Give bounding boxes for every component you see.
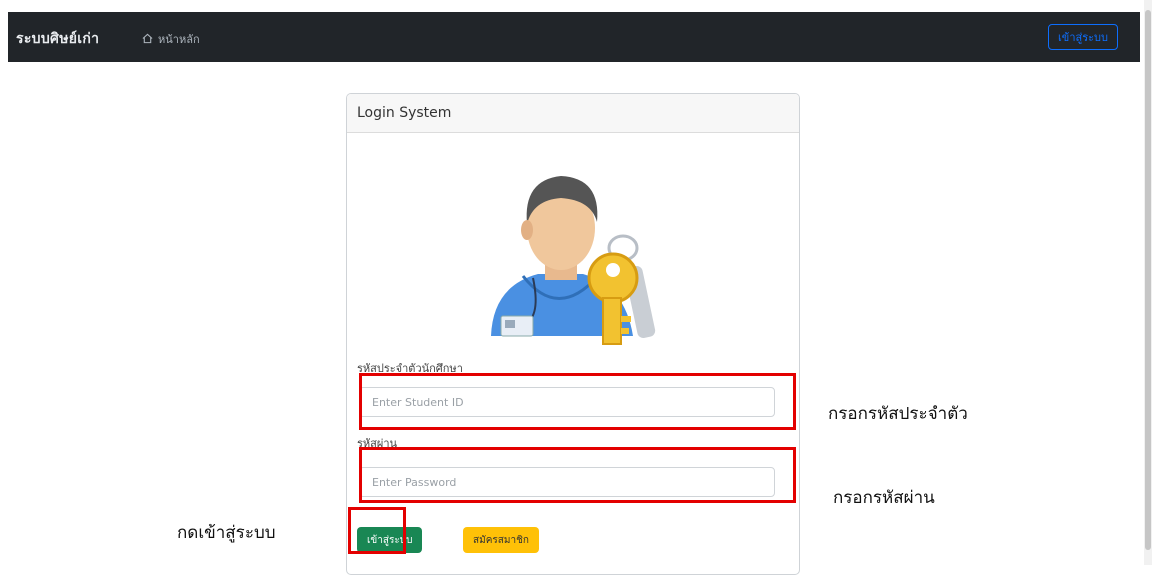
card-title: Login System	[347, 94, 799, 133]
top-navbar: ระบบศิษย์เก่า หน้าหลัก เข้าสู่ระบบ	[8, 12, 1140, 62]
nav-login-button[interactable]: เข้าสู่ระบบ	[1048, 24, 1118, 50]
student-id-annotation: กรอกรหัสประจำตัว	[828, 404, 968, 424]
page-scrollbar[interactable]	[1144, 0, 1152, 565]
password-annotation: กรอกรหัสผ่าน	[833, 488, 935, 508]
login-highlight	[348, 507, 406, 554]
user-key-illustration	[491, 176, 656, 345]
nav-home-link[interactable]: หน้าหลัก	[142, 30, 200, 48]
brand-title[interactable]: ระบบศิษย์เก่า	[16, 28, 99, 50]
password-highlight	[359, 447, 796, 503]
scrollbar-thumb[interactable]	[1145, 10, 1151, 550]
login-annotation: กดเข้าสู่ระบบ	[177, 523, 276, 543]
student-id-highlight	[359, 373, 796, 430]
home-icon	[142, 33, 153, 44]
nav-home-label: หน้าหลัก	[158, 33, 200, 46]
register-button[interactable]: สมัครสมาชิก	[463, 527, 539, 553]
